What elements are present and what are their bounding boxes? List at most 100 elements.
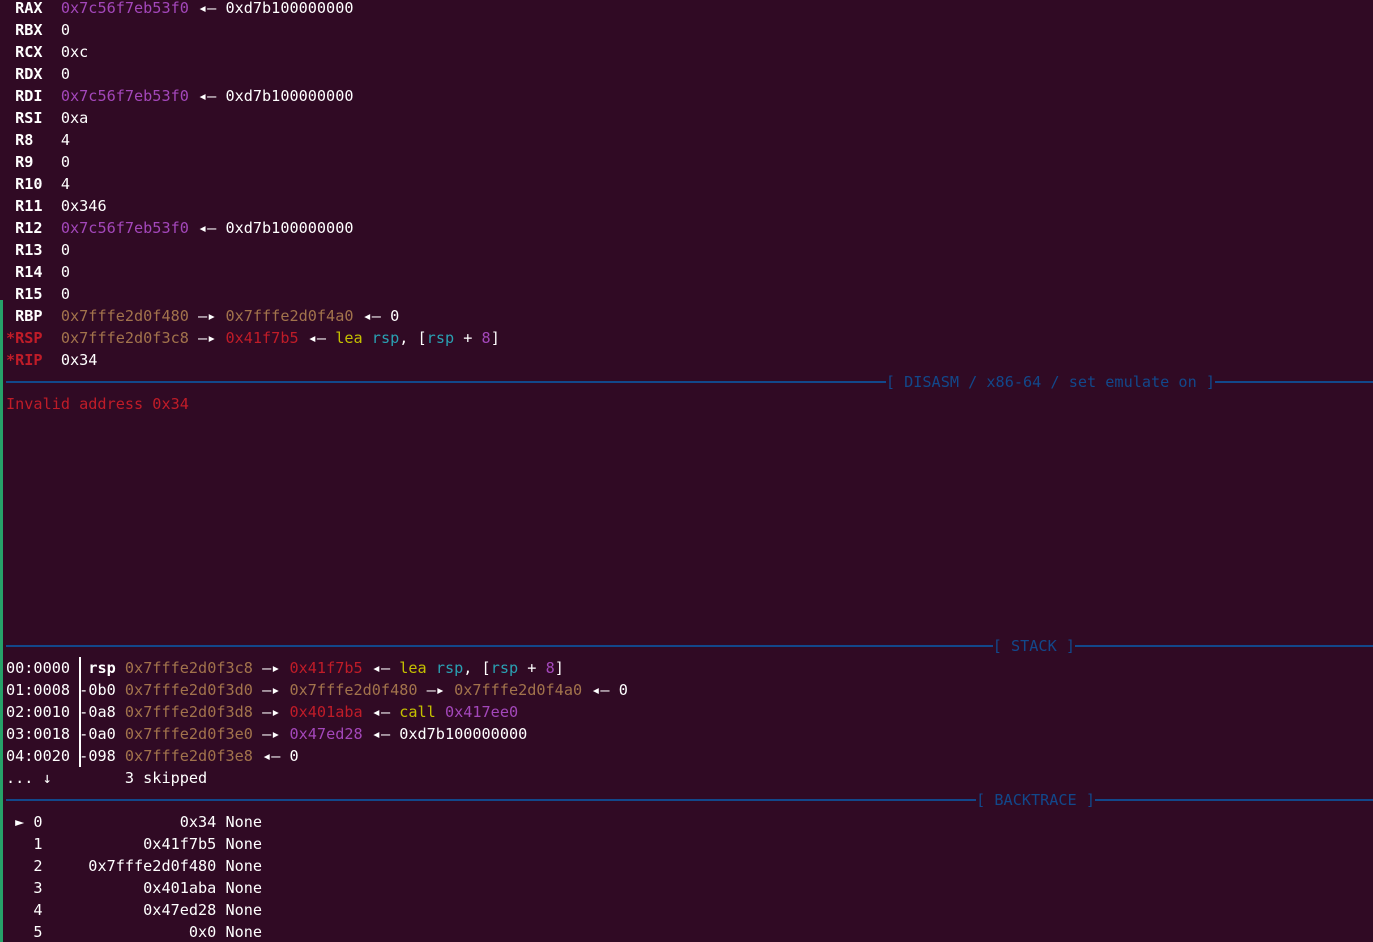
stack-divider bbox=[79, 657, 81, 767]
register-name: R12 bbox=[6, 219, 52, 237]
register-value-token: , [ bbox=[399, 329, 427, 347]
register-name: R13 bbox=[6, 241, 52, 259]
stack-value-token: ◂— bbox=[582, 681, 619, 699]
stack-value-token: ] bbox=[554, 659, 564, 677]
stack-value-token: 0x417ee0 bbox=[444, 703, 519, 721]
register-row-r15: R15 0 bbox=[6, 283, 70, 305]
register-name: RSI bbox=[6, 109, 52, 127]
register-name: R11 bbox=[6, 197, 52, 215]
frame-address: 0x0 bbox=[42, 923, 217, 941]
register-value-token: 0x7fffe2d0f4a0 bbox=[225, 307, 354, 325]
stack-value-token: ◂— bbox=[252, 747, 290, 765]
register-name: R15 bbox=[6, 285, 52, 303]
stack-value-token: 0x7fffe2d0f3e0 bbox=[124, 725, 253, 743]
register-value-token: ◂— bbox=[298, 329, 336, 347]
frame-symbol: None bbox=[216, 923, 263, 941]
stack-value-token: lea bbox=[399, 659, 427, 677]
register-row-rdi: RDI 0x7c56f7eb53f0 ◂— 0xd7b100000000 bbox=[6, 85, 353, 107]
register-value-token: 0x34 bbox=[60, 351, 98, 369]
register-value-token: 0x7fffe2d0f480 bbox=[60, 307, 189, 325]
register-value-token: 8 bbox=[481, 329, 491, 347]
register-value-token: 0xd7b100000000 bbox=[225, 219, 354, 237]
register-name: RBX bbox=[6, 21, 52, 39]
register-name: RDI bbox=[6, 87, 52, 105]
register-value-token: 0 bbox=[60, 263, 71, 281]
stack-value-token: 0x7fffe2d0f480 bbox=[289, 681, 418, 699]
stack-value-token: rsp bbox=[490, 659, 519, 677]
register-value-token: 0x41f7b5 bbox=[225, 329, 299, 347]
register-value-token: 0x346 bbox=[60, 197, 107, 215]
register-name: *RIP bbox=[6, 351, 52, 369]
register-name: R9 bbox=[6, 153, 52, 171]
register-row-r13: R13 0 bbox=[6, 239, 70, 261]
stack-value-token: rsp bbox=[435, 659, 464, 677]
terminal-focus-bar bbox=[0, 300, 3, 942]
backtrace-row: 5 0x0 None bbox=[6, 921, 262, 942]
stack-value-token: 0 bbox=[618, 681, 628, 699]
register-value-token: 0xa bbox=[60, 109, 89, 127]
stack-value-token: —▸ bbox=[252, 703, 290, 721]
stack-row: 04:0020 -098 0x7fffe2d0f3e8 ◂— 0 bbox=[6, 745, 299, 767]
register-value-token: ◂— bbox=[188, 219, 226, 237]
stack-value-token: 0x41f7b5 bbox=[289, 659, 363, 677]
stack-value-token: 0x7fffe2d0f3d0 bbox=[124, 681, 253, 699]
register-name: R14 bbox=[6, 263, 52, 281]
frame-symbol: None bbox=[216, 901, 263, 919]
stack-index: 00:0000 bbox=[6, 659, 71, 677]
stack-offset: -0b0 bbox=[79, 681, 116, 699]
register-value-token: 0 bbox=[390, 307, 400, 325]
frame-number: 5 bbox=[6, 923, 43, 941]
stack-value-token: ◂— bbox=[362, 725, 400, 743]
frame-address: 0x401aba bbox=[42, 879, 217, 897]
register-row-rsp: *RSP 0x7fffe2d0f3c8 —▸ 0x41f7b5 ◂— lea r… bbox=[6, 327, 500, 349]
stack-index: 02:0010 bbox=[6, 703, 71, 721]
register-value-token: 0 bbox=[60, 241, 71, 259]
register-row-r10: R10 4 bbox=[6, 173, 70, 195]
register-row-r12: R12 0x7c56f7eb53f0 ◂— 0xd7b100000000 bbox=[6, 217, 353, 239]
stack-value-token: + bbox=[518, 659, 546, 677]
backtrace-section-title: [ BACKTRACE ] bbox=[976, 789, 1095, 811]
register-name: RCX bbox=[6, 43, 52, 61]
register-value-token: ◂— bbox=[353, 307, 391, 325]
frame-address: 0x47ed28 bbox=[42, 901, 217, 919]
backtrace-row: 3 0x401aba None bbox=[6, 877, 262, 899]
frame-address: 0x7fffe2d0f480 bbox=[42, 857, 217, 875]
backtrace-row: ► 0 0x34 None bbox=[6, 811, 262, 833]
register-value-token: 0x7c56f7eb53f0 bbox=[60, 219, 189, 237]
stack-value-token: , [ bbox=[463, 659, 491, 677]
stack-value-token: ◂— bbox=[362, 659, 400, 677]
stack-value-token: 0x7fffe2d0f3c8 bbox=[124, 659, 253, 677]
register-value-token: ] bbox=[490, 329, 500, 347]
register-value-token: 0xd7b100000000 bbox=[225, 0, 354, 17]
backtrace-row: 2 0x7fffe2d0f480 None bbox=[6, 855, 262, 877]
register-value-token: 0xd7b100000000 bbox=[225, 87, 354, 105]
register-name: *RSP bbox=[6, 329, 52, 347]
register-value-token: rsp bbox=[371, 329, 400, 347]
stack-value-token: 0x7fffe2d0f4a0 bbox=[454, 681, 583, 699]
stack-value-token: call bbox=[399, 703, 436, 721]
register-value-token: 0x7c56f7eb53f0 bbox=[60, 87, 189, 105]
register-value-token: rsp bbox=[426, 329, 455, 347]
stack-value-token: 0x7fffe2d0f3d8 bbox=[124, 703, 253, 721]
register-row-rcx: RCX 0xc bbox=[6, 41, 88, 63]
register-row-rdx: RDX 0 bbox=[6, 63, 70, 85]
frame-number: 3 bbox=[6, 879, 43, 897]
stack-value-token: 0xd7b100000000 bbox=[399, 725, 528, 743]
frame-symbol: None bbox=[216, 813, 263, 831]
frame-number: 1 bbox=[6, 835, 43, 853]
register-name: R10 bbox=[6, 175, 52, 193]
register-value-token: 0 bbox=[60, 153, 71, 171]
register-value-token: 0x7fffe2d0f3c8 bbox=[60, 329, 189, 347]
stack-value-token: 0 bbox=[289, 747, 299, 765]
register-value-token: 0xc bbox=[60, 43, 89, 61]
register-row-r8: R8 4 bbox=[6, 129, 70, 151]
stack-section-header: [ STACK ] bbox=[6, 635, 1373, 657]
disasm-section-title: [ DISASM / x86-64 / set emulate on ] bbox=[885, 371, 1215, 393]
register-row-r14: R14 0 bbox=[6, 261, 70, 283]
register-value-token: ◂— bbox=[188, 87, 226, 105]
register-value-token: lea bbox=[335, 329, 363, 347]
frame-number: 4 bbox=[6, 901, 43, 919]
stack-value-token: —▸ bbox=[417, 681, 455, 699]
register-value-token: —▸ bbox=[188, 329, 226, 347]
register-value-token: 0 bbox=[60, 285, 71, 303]
